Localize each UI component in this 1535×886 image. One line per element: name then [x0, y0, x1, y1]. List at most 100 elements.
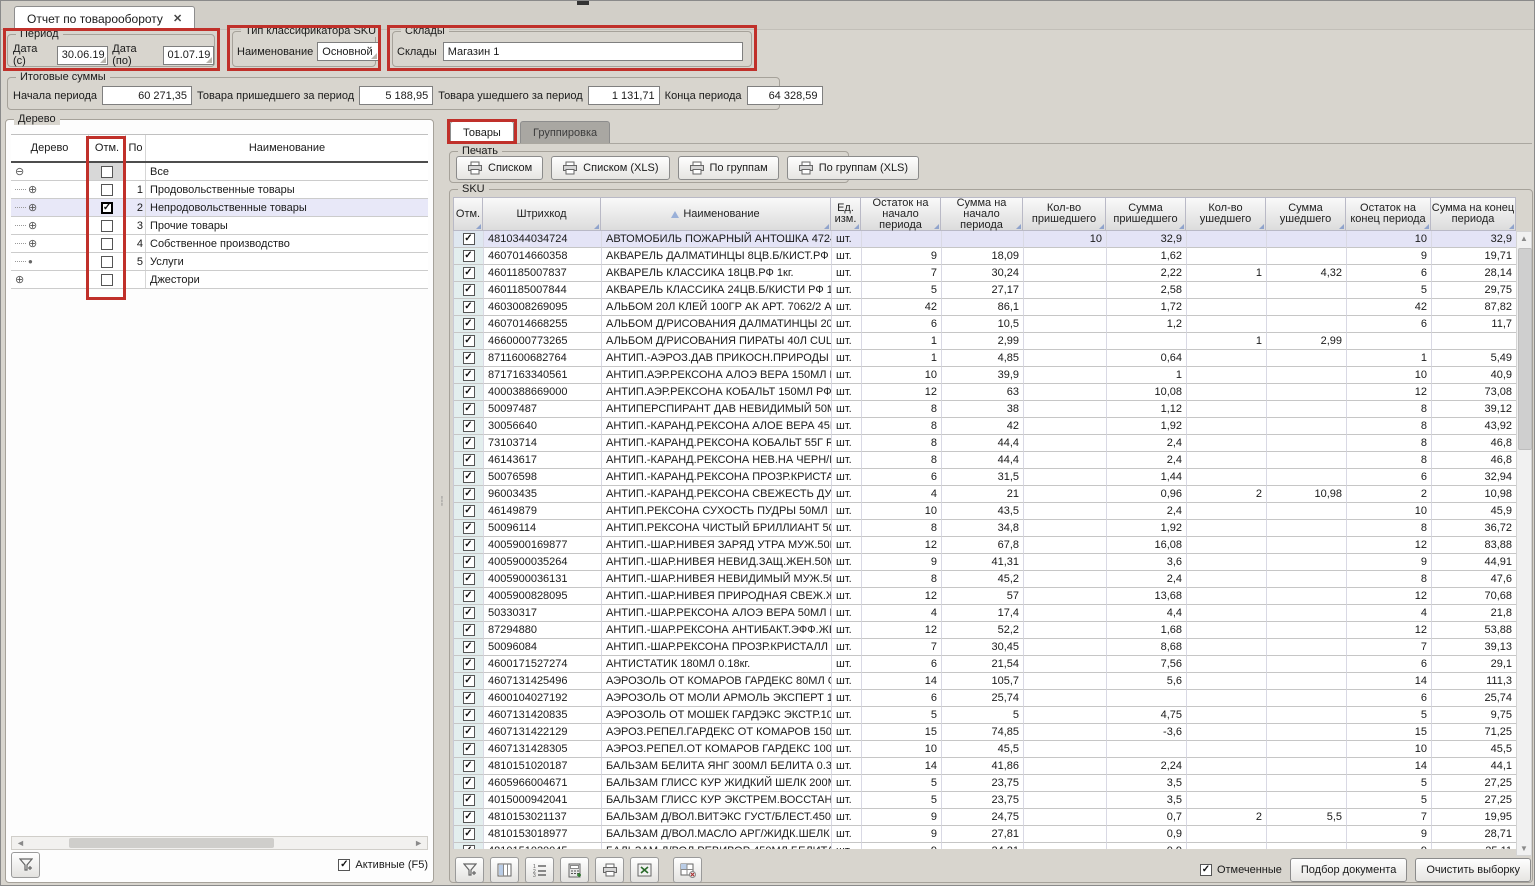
row-checkbox[interactable]: ✓ [463, 777, 475, 789]
row-checkbox[interactable]: ✓ [463, 386, 475, 398]
tree-col-name[interactable]: Наименование [146, 135, 428, 161]
sku-header-11[interactable]: Сумма на конец периода [1431, 197, 1516, 231]
table-row[interactable]: ✓4810153021137БАЛЬЗАМ Д/ВОЛ.ВИТЭКС ГУСТ/… [454, 809, 1517, 826]
tree-name-cell[interactable]: Собственное производство [146, 235, 428, 252]
row-checkbox[interactable]: ✓ [463, 658, 475, 670]
table-row[interactable]: ✓4005900035264АНТИП.-ШАР.НИВЕЯ НЕВИД.ЗАЩ… [454, 554, 1517, 571]
tree-filter-button[interactable] [11, 852, 40, 878]
tree-expand-cell[interactable]: ⊕ [11, 181, 89, 198]
row-check-cell[interactable]: ✓ [454, 503, 484, 520]
expand-icon[interactable]: ⊕ [28, 201, 37, 214]
table-row[interactable]: ✓4600104027192АЭРОЗОЛЬ ОТ МОЛИ АРМОЛЬ ЭК… [454, 690, 1517, 707]
row-check-cell[interactable]: ✓ [454, 384, 484, 401]
close-icon[interactable]: ✕ [173, 12, 182, 25]
row-check-cell[interactable]: ✓ [454, 486, 484, 503]
table-row[interactable]: ✓46149879АНТИП.РЕКСОНА СУХОСТЬ ПУДРЫ 50М… [454, 503, 1517, 520]
tree-checkbox[interactable] [101, 220, 113, 232]
marked-checkbox[interactable]: ✓ [1200, 864, 1212, 876]
tree-row[interactable]: ⊕1Продовольственные товары [11, 181, 428, 199]
row-check-cell[interactable]: ✓ [454, 622, 484, 639]
table-row[interactable]: ✓4605966004671БАЛЬЗАМ ГЛИСС КУР ЖИДКИЙ Ш… [454, 775, 1517, 792]
panel-splitter[interactable]: ┆ [438, 119, 446, 883]
table-row[interactable]: ✓50097487АНТИПЕРСПИРАНТ ДАВ НЕВИДИМЫЙ 50… [454, 401, 1517, 418]
scroll-left-icon[interactable]: ◄ [12, 838, 29, 848]
table-row[interactable]: ✓87294880АНТИП.-ШАР.РЕКСОНА АНТИБАКТ.ЭФФ… [454, 622, 1517, 639]
tree-name-cell[interactable]: Услуги [146, 253, 428, 270]
date-to-input[interactable]: 01.07.19 [163, 46, 214, 65]
tree-checkbox[interactable] [101, 274, 113, 286]
row-check-cell[interactable]: ✓ [454, 418, 484, 435]
numbered-list-button[interactable]: 1 2 3 [525, 857, 554, 883]
row-checkbox[interactable]: ✓ [463, 471, 475, 483]
row-checkbox[interactable]: ✓ [463, 556, 475, 568]
tree-expand-cell[interactable]: ⊖ [11, 163, 89, 180]
row-checkbox[interactable]: ✓ [463, 488, 475, 500]
table-row[interactable]: ✓4015000942041БАЛЬЗАМ ГЛИСС КУР ЭКСТРЕМ.… [454, 792, 1517, 809]
tree-checkbox[interactable] [101, 166, 113, 178]
row-check-cell[interactable]: ✓ [454, 401, 484, 418]
tree-name-cell[interactable]: Продовольственные товары [146, 181, 428, 198]
row-check-cell[interactable]: ✓ [454, 826, 484, 843]
table-row[interactable]: ✓4810153018977БАЛЬЗАМ Д/ВОЛ.МАСЛО АРГ/ЖИ… [454, 826, 1517, 843]
sku-scroll-thumb[interactable] [1518, 248, 1532, 450]
row-checkbox[interactable]: ✓ [463, 267, 475, 279]
tree-expand-cell[interactable]: ⊕ [11, 235, 89, 252]
row-checkbox[interactable]: ✓ [463, 760, 475, 772]
tree-expand-cell[interactable]: ● [11, 253, 89, 270]
row-checkbox[interactable]: ✓ [463, 505, 475, 517]
row-check-cell[interactable]: ✓ [454, 588, 484, 605]
table-row[interactable]: ✓4810344034724АВТОМОБИЛЬ ПОЖАРНЫЙ АНТОШК… [454, 231, 1517, 248]
row-checkbox[interactable]: ✓ [463, 709, 475, 721]
sku-header-6[interactable]: Кол-во пришедшего [1023, 197, 1106, 231]
table-row[interactable]: ✓4607131420835АЭРОЗОЛЬ ОТ МОШЕК ГАРДЭКС … [454, 707, 1517, 724]
table-row[interactable]: ✓96003435АНТИП.-КАРАНД.РЕКСОНА СВЕЖЕСТЬ … [454, 486, 1517, 503]
table-row[interactable]: ✓73103714АНТИП.-КАРАНД.РЕКСОНА КОБАЛЬТ 5… [454, 435, 1517, 452]
row-checkbox[interactable]: ✓ [463, 641, 475, 653]
row-checkbox[interactable]: ✓ [463, 845, 475, 849]
tree-name-cell[interactable]: Джестори [146, 271, 428, 288]
row-checkbox[interactable]: ✓ [463, 250, 475, 262]
tree-col-po[interactable]: По [126, 135, 146, 161]
row-check-cell[interactable]: ✓ [454, 792, 484, 809]
row-checkbox[interactable]: ✓ [463, 539, 475, 551]
calculator-button[interactable] [560, 857, 589, 883]
row-checkbox[interactable]: ✓ [463, 692, 475, 704]
tree-checkbox[interactable] [101, 184, 113, 196]
row-checkbox[interactable]: ✓ [463, 811, 475, 823]
row-check-cell[interactable]: ✓ [454, 656, 484, 673]
row-check-cell[interactable]: ✓ [454, 231, 484, 248]
expand-icon[interactable]: ⊕ [28, 183, 37, 196]
table-row[interactable]: ✓50096084АНТИП.-ШАР.РЕКСОНА ПРОЗР.КРИСТА… [454, 639, 1517, 656]
row-check-cell[interactable]: ✓ [454, 248, 484, 265]
clear-grid-button[interactable] [673, 857, 702, 883]
table-row[interactable]: ✓4607131428305АЭРОЗ.РЕПЕЛ.ОТ КОМАРОВ ГАР… [454, 741, 1517, 758]
tree-horizontal-scrollbar[interactable]: ◄ ► [11, 836, 428, 850]
row-check-cell[interactable]: ✓ [454, 571, 484, 588]
row-check-cell[interactable]: ✓ [454, 809, 484, 826]
active-checkbox[interactable]: ✓ [338, 859, 350, 871]
tab-report[interactable]: Отчет по товарообороту ✕ [14, 6, 195, 30]
table-row[interactable]: ✓46143617АНТИП.-КАРАНД.РЕКСОНА НЕВ.НА ЧЕ… [454, 452, 1517, 469]
tree-scroll-thumb[interactable] [69, 838, 274, 848]
table-row[interactable]: ✓4005900036131АНТИП.-ШАР.НИВЕЯ НЕВИДИМЫЙ… [454, 571, 1517, 588]
tree-row[interactable]: ⊖Все [11, 163, 428, 181]
sku-vertical-scrollbar[interactable]: ▲ ▼ [1516, 231, 1532, 856]
row-check-cell[interactable]: ✓ [454, 265, 484, 282]
tree-check-cell[interactable] [89, 235, 126, 252]
row-checkbox[interactable]: ✓ [463, 335, 475, 347]
row-checkbox[interactable]: ✓ [463, 573, 475, 585]
table-row[interactable]: ✓50096114АНТИП.РЕКСОНА ЧИСТЫЙ БРИЛЛИАНТ … [454, 520, 1517, 537]
scroll-up-icon[interactable]: ▲ [1517, 234, 1531, 243]
tree-col-otm[interactable]: Отм. [89, 135, 126, 161]
tree-check-cell[interactable] [89, 217, 126, 234]
row-checkbox[interactable]: ✓ [463, 522, 475, 534]
table-row[interactable]: ✓4607014668255АЛЬБОМ Д/РИСОВАНИЯ ДАЛМАТИ… [454, 316, 1517, 333]
row-checkbox[interactable]: ✓ [463, 233, 475, 245]
table-row[interactable]: ✓4660000773265АЛЬБОМ Д/РИСОВАНИЯ ПИРАТЫ … [454, 333, 1517, 350]
tree-name-cell[interactable]: Прочие товары [146, 217, 428, 234]
tree-row[interactable]: ●5Услуги [11, 253, 428, 271]
tree-checkbox[interactable] [101, 256, 113, 268]
tree-check-cell[interactable]: ✓ [89, 199, 126, 216]
row-check-cell[interactable]: ✓ [454, 316, 484, 333]
table-row[interactable]: ✓8717163340561АНТИП.АЭР.РЕКСОНА АЛОЭ ВЕР… [454, 367, 1517, 384]
